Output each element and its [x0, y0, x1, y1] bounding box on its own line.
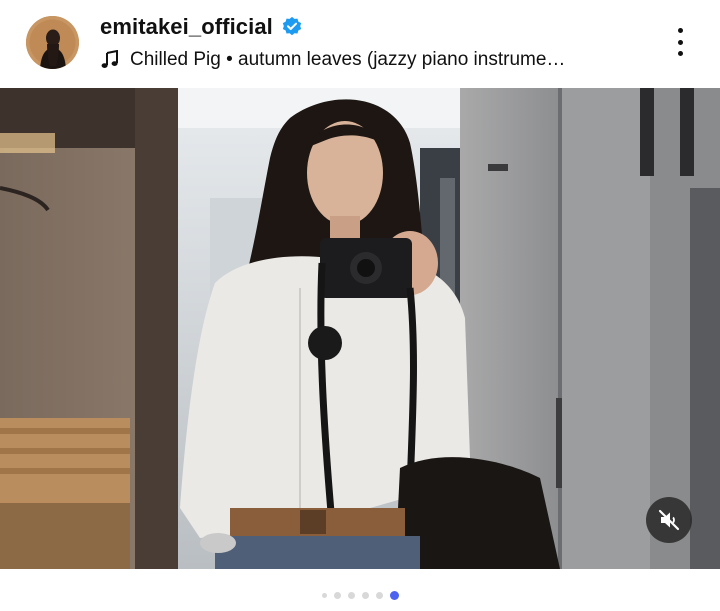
- username-row: emitakei_official: [100, 12, 303, 42]
- carousel-dot: [321, 592, 327, 598]
- post-photo[interactable]: [0, 88, 720, 569]
- music-row[interactable]: Chilled Pig • autumn leaves (jazzy piano…: [100, 46, 640, 74]
- more-dot: [677, 51, 683, 56]
- username[interactable]: emitakei_official: [100, 14, 273, 40]
- carousel-dot-active: [389, 590, 399, 600]
- more-dot: [677, 28, 683, 33]
- mute-toggle-button[interactable]: [646, 497, 692, 543]
- more-dot: [677, 39, 683, 45]
- music-track-label: Chilled Pig • autumn leaves (jazzy piano…: [130, 49, 566, 70]
- carousel-dot: [347, 591, 355, 599]
- speaker-muted-icon: [658, 509, 680, 531]
- carousel-indicator: [0, 589, 720, 601]
- profile-avatar[interactable]: [26, 16, 79, 69]
- carousel-dot: [361, 591, 369, 599]
- verified-badge-icon: [282, 16, 302, 36]
- music-note-icon: [101, 50, 118, 68]
- carousel-dot: [333, 591, 341, 599]
- post-header: emitakei_official Chilled Pig • autumn l…: [0, 0, 720, 88]
- more-options-button[interactable]: [666, 24, 694, 60]
- carousel-dot: [375, 591, 383, 599]
